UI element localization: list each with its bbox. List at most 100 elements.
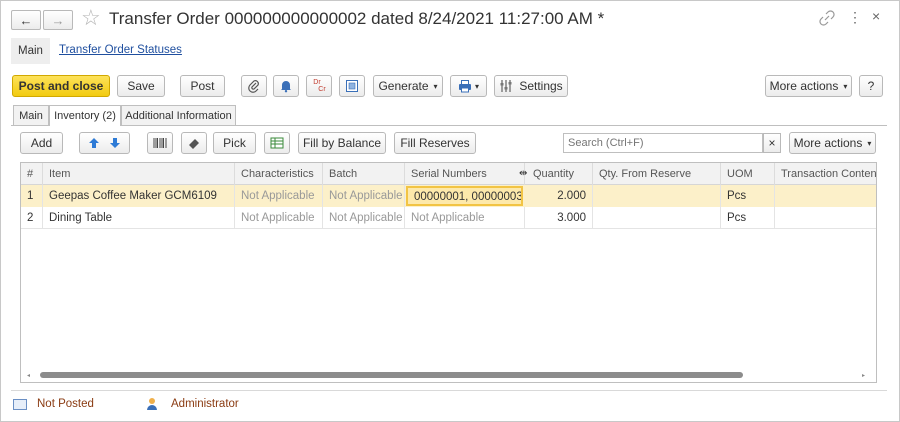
more-actions-label: More actions: [769, 79, 839, 93]
structure-button[interactable]: [339, 75, 365, 97]
settings-sliders-icon: [500, 80, 512, 92]
serial-numbers-cell[interactable]: 00000001, 00000003: [406, 186, 523, 206]
qty-from-reserve-cell[interactable]: [593, 185, 721, 207]
eraser-button[interactable]: [181, 132, 207, 154]
characteristics-cell[interactable]: Not Applicable: [235, 185, 323, 207]
transaction-content-cell[interactable]: [775, 185, 876, 207]
item-cell[interactable]: Dining Table: [43, 207, 235, 229]
horizontal-scrollbar[interactable]: ◂ ▸: [21, 369, 876, 382]
pick-button[interactable]: Pick: [213, 132, 256, 154]
subnav-main[interactable]: Main: [11, 38, 50, 64]
save-button[interactable]: Save: [117, 75, 165, 97]
footer-divider: [11, 390, 887, 391]
transfer-order-statuses-link[interactable]: Transfer Order Statuses: [59, 44, 182, 56]
settings-label: Settings: [519, 79, 563, 93]
column-header-number[interactable]: #: [21, 163, 43, 185]
column-header-batch[interactable]: Batch: [323, 163, 405, 185]
arrow-down-icon[interactable]: [109, 137, 121, 149]
move-rows-group: [79, 132, 130, 154]
characteristics-cell[interactable]: Not Applicable: [235, 207, 323, 229]
dr-label: Dr: [313, 79, 321, 86]
scrollbar-thumb[interactable]: [40, 372, 743, 378]
spreadsheet-icon: [270, 137, 284, 149]
cr-label: Cr: [318, 86, 326, 93]
printer-icon: [458, 80, 471, 93]
page-title: Transfer Order 000000000000002 dated 8/2…: [109, 9, 605, 28]
post-button[interactable]: Post: [180, 75, 225, 97]
more-menu-icon[interactable]: ⋮: [848, 9, 862, 26]
bell-icon: [281, 81, 291, 93]
notifications-button[interactable]: [273, 75, 299, 97]
quantity-cell[interactable]: 2.000: [525, 185, 593, 207]
spreadsheet-button[interactable]: [264, 132, 290, 154]
help-button[interactable]: ?: [859, 75, 883, 97]
column-header-qty-from-reserve[interactable]: Qty. From Reserve: [593, 163, 721, 185]
scroll-right-icon[interactable]: ▸: [862, 372, 865, 379]
quantity-cell[interactable]: 3.000: [525, 207, 593, 229]
tabs-baseline: [11, 125, 887, 126]
uom-cell[interactable]: Pcs: [721, 207, 775, 229]
document-structure-icon: [346, 80, 358, 92]
back-button[interactable]: ←: [11, 10, 41, 30]
chevron-down-icon: ▾: [843, 81, 848, 91]
fill-by-balance-button[interactable]: Fill by Balance: [298, 132, 386, 154]
column-header-quantity[interactable]: Quantity: [525, 163, 593, 185]
inventory-table[interactable]: # Item Characteristics Batch Serial Numb…: [20, 162, 877, 383]
add-row-button[interactable]: Add: [20, 132, 63, 154]
chevron-down-icon: ▾: [433, 81, 438, 91]
responsible-user[interactable]: Administrator: [171, 398, 239, 410]
serial-numbers-cell[interactable]: Not Applicable: [405, 207, 525, 229]
attachments-button[interactable]: [241, 75, 267, 97]
arrow-up-icon[interactable]: [88, 137, 100, 149]
tab-additional-information[interactable]: Additional Information: [121, 105, 236, 125]
post-and-close-button[interactable]: Post and close: [12, 75, 110, 97]
barcode-button[interactable]: [147, 132, 173, 154]
row-number: 1: [21, 185, 43, 207]
close-icon[interactable]: ×: [872, 8, 880, 24]
table-more-actions-button[interactable]: More actions ▾: [789, 132, 876, 154]
barcode-icon: [153, 138, 167, 148]
print-button[interactable]: ▾: [450, 75, 487, 97]
row-number: 2: [21, 207, 43, 229]
scroll-left-icon[interactable]: ◂: [27, 372, 30, 379]
column-header-uom[interactable]: UOM: [721, 163, 775, 185]
more-actions-button[interactable]: More actions ▾: [765, 75, 852, 97]
favorite-star-icon[interactable]: ☆: [81, 5, 101, 31]
fill-reserves-button[interactable]: Fill Reserves: [394, 132, 476, 154]
table-row[interactable]: 2 Dining Table Not Applicable Not Applic…: [21, 207, 876, 229]
search-input[interactable]: [563, 133, 763, 153]
posting-status[interactable]: Not Posted: [37, 398, 94, 410]
arrow-left-icon: ←: [19, 12, 33, 28]
column-header-item[interactable]: Item: [43, 163, 235, 185]
table-more-actions-label: More actions: [793, 136, 863, 150]
qty-from-reserve-cell[interactable]: [593, 207, 721, 229]
chevron-down-icon: ▾: [867, 138, 872, 148]
chevron-down-icon: ▾: [474, 81, 479, 91]
generate-button[interactable]: Generate ▾: [373, 75, 443, 97]
settings-button[interactable]: Settings: [494, 75, 568, 97]
paperclip-icon: [248, 80, 259, 93]
batch-cell[interactable]: Not Applicable: [323, 207, 405, 229]
batch-cell[interactable]: Not Applicable: [323, 185, 405, 207]
column-header-serial-numbers[interactable]: Serial Numbers: [405, 163, 525, 185]
column-header-transaction-content[interactable]: Transaction Content: [775, 163, 876, 185]
forward-button[interactable]: →: [43, 10, 73, 30]
arrow-right-icon: →: [51, 12, 65, 28]
table-header: # Item Characteristics Batch Serial Numb…: [21, 163, 876, 185]
item-cell[interactable]: Geepas Coffee Maker GCM6109: [43, 185, 235, 207]
tab-inventory[interactable]: Inventory (2): [49, 105, 121, 126]
column-header-characteristics[interactable]: Characteristics: [235, 163, 323, 185]
transaction-content-cell[interactable]: [775, 207, 876, 229]
tab-main[interactable]: Main: [13, 105, 49, 125]
uom-cell[interactable]: Pcs: [721, 185, 775, 207]
clear-search-button[interactable]: ×: [763, 133, 781, 153]
dr-cr-button[interactable]: Dr Cr: [306, 75, 332, 97]
user-icon: [147, 397, 157, 411]
transfer-order-window: ← → ☆ Transfer Order 000000000000002 dat…: [0, 0, 900, 422]
column-resize-cursor-icon: ⇹: [519, 168, 528, 179]
link-icon[interactable]: [819, 10, 835, 26]
table-row[interactable]: 1 Geepas Coffee Maker GCM6109 Not Applic…: [21, 185, 876, 207]
eraser-icon: [189, 139, 199, 149]
generate-label: Generate: [378, 79, 429, 93]
document-status-icon: [13, 399, 27, 410]
